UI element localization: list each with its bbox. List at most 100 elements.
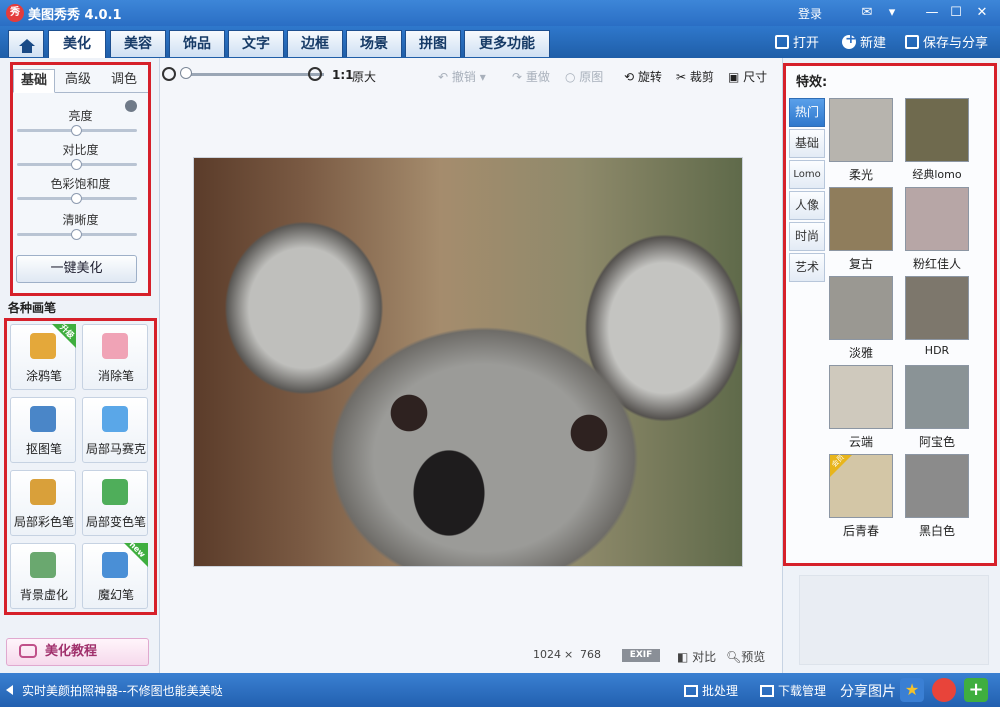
tab-beauty[interactable]: 美容 <box>110 30 166 57</box>
tab-frame[interactable]: 边框 <box>287 30 343 57</box>
tab-scene[interactable]: 场景 <box>346 30 402 57</box>
compare-button[interactable]: ◧ 对比 <box>677 648 716 665</box>
contrast-thumb[interactable] <box>71 159 82 170</box>
effect-label: 经典lomo <box>912 168 962 181</box>
zoom-slider[interactable] <box>184 73 324 76</box>
effect-thumb-cloud[interactable] <box>829 365 893 429</box>
zoom-out-icon[interactable] <box>162 67 176 81</box>
tab-accessories[interactable]: 饰品 <box>169 30 225 57</box>
open-button[interactable]: 打开 <box>775 32 819 51</box>
canvas-area: 1:1 原大 ↶ 撤销 ▾ ↷ 重做 ○ 原图 ⟲ 旋转 ✂ 裁剪 ▣ 尺寸 1… <box>160 58 782 673</box>
graffiti-pen-button[interactable]: 升级 涂鸦笔 <box>10 323 76 390</box>
effect-thumb-bw[interactable] <box>905 454 969 518</box>
exif-button[interactable]: EXIF <box>622 649 660 662</box>
sharpness-label: 清晰度 <box>62 213 99 227</box>
minimize-icon[interactable]: — <box>922 3 942 23</box>
status-message[interactable]: 实时美颜拍照神器--不修图也能美美哒 <box>22 682 223 699</box>
effect-thumb-retro[interactable] <box>829 187 893 251</box>
effect-thumb-pink[interactable] <box>905 187 969 251</box>
subtab-basic[interactable]: 基础 <box>13 69 55 93</box>
zoom-thumb[interactable] <box>180 67 192 79</box>
login-link[interactable]: 登录 <box>798 5 822 22</box>
contrast-label: 对比度 <box>62 143 99 157</box>
recolor-pen-button[interactable]: 局部变色笔 <box>82 470 148 536</box>
mosaic-button[interactable]: 局部马赛克 <box>82 397 148 463</box>
effects-sidebar: 特效: 热门 基础 Lomo 人像 时尚 艺术 柔光 经典lomo 复古 粉红佳… <box>782 58 1000 673</box>
effect-thumb-abao[interactable] <box>905 365 969 429</box>
app-logo-icon: 秀 <box>6 4 24 22</box>
eraser-pen-button[interactable]: 消除笔 <box>82 324 148 390</box>
zoom-in-icon[interactable] <box>308 67 322 81</box>
tab-beautify[interactable]: 美化 <box>48 30 106 58</box>
subtab-color[interactable]: 调色 <box>103 69 145 93</box>
message-icon[interactable]: ✉ <box>857 3 877 23</box>
cutout-pen-button[interactable]: 抠图笔 <box>10 397 76 463</box>
download-icon <box>760 685 774 697</box>
category-hot[interactable]: 热门 <box>789 98 825 127</box>
effect-thumb-soft-light[interactable] <box>829 98 893 162</box>
category-art[interactable]: 艺术 <box>789 253 825 282</box>
preview-button[interactable]: 🔍︎预览 <box>726 648 765 665</box>
category-portrait[interactable]: 人像 <box>789 191 825 220</box>
status-bar: 实时美颜拍照神器--不修图也能美美哒 批处理 下载管理 分享图片 ★ + <box>0 673 1000 707</box>
qzone-icon[interactable]: ★ <box>900 678 924 702</box>
saturation-slider[interactable] <box>17 193 137 204</box>
effect-label: 柔光 <box>848 168 873 182</box>
subtab-advanced[interactable]: 高级 <box>57 69 99 93</box>
tab-text[interactable]: 文字 <box>228 30 284 57</box>
ratio-label[interactable]: 1:1 <box>332 68 354 82</box>
blur-icon <box>30 552 56 578</box>
eraser-icon <box>102 333 128 359</box>
effect-thumb-hdr[interactable] <box>905 276 969 340</box>
original-size-button[interactable]: 原大 <box>352 68 376 85</box>
magic-pen-button[interactable]: new 魔幻笔 <box>82 540 148 609</box>
saturation-label: 色彩饱和度 <box>50 177 111 191</box>
maximize-icon[interactable]: ☐ <box>946 3 966 23</box>
contrast-slider[interactable] <box>17 159 137 170</box>
effect-thumb-elegant[interactable] <box>829 276 893 340</box>
batch-button[interactable]: 批处理 <box>684 682 738 699</box>
speaker-icon <box>6 685 13 695</box>
original-button[interactable]: ○ 原图 <box>565 68 603 85</box>
home-tab[interactable] <box>8 30 44 57</box>
tab-collage[interactable]: 拼图 <box>405 30 461 57</box>
effect-label: 淡雅 <box>848 346 873 360</box>
tutorial-button[interactable]: 美化教程 <box>6 638 149 666</box>
sharpness-thumb[interactable] <box>71 229 82 240</box>
close-icon[interactable]: ✕ <box>972 3 992 23</box>
effect-label: 后青春 <box>842 524 879 538</box>
tab-more[interactable]: 更多功能 ▾ <box>464 30 550 78</box>
size-button[interactable]: ▣ 尺寸 <box>728 68 767 85</box>
rotate-button[interactable]: ⟲ 旋转 <box>624 68 662 85</box>
save-share-button[interactable]: 保存与分享 <box>905 32 988 51</box>
saturation-thumb[interactable] <box>71 193 82 204</box>
category-fashion[interactable]: 时尚 <box>789 222 825 251</box>
background-blur-button[interactable]: 背景虚化 <box>10 543 76 609</box>
edit-toolbar: 1:1 原大 ↶ 撤销 ▾ ↷ 重做 ○ 原图 ⟲ 旋转 ✂ 裁剪 ▣ 尺寸 <box>160 58 782 90</box>
one-click-beautify-button[interactable]: 一键美化 <box>16 255 137 283</box>
brightness-thumb[interactable] <box>71 125 82 136</box>
category-basic[interactable]: 基础 <box>789 129 825 158</box>
sharpness-slider[interactable] <box>17 229 137 240</box>
undo-button[interactable]: ↶ 撤销 ▾ <box>438 68 486 85</box>
paintbrush-icon <box>30 479 56 505</box>
pens-title: 各种画笔 <box>8 301 57 315</box>
crop-button[interactable]: ✂ 裁剪 <box>676 68 714 85</box>
color-pen-button[interactable]: 局部彩色笔 <box>10 470 76 536</box>
home-icon <box>19 39 35 53</box>
category-lomo[interactable]: Lomo <box>789 160 825 189</box>
effect-thumb-youth[interactable]: 会员 <box>829 453 893 518</box>
batch-icon <box>684 685 698 697</box>
weibo-icon[interactable] <box>932 678 956 702</box>
download-manager-button[interactable]: 下载管理 <box>760 682 826 699</box>
brightness-slider[interactable] <box>17 125 137 136</box>
new-button[interactable]: 新建 <box>842 31 886 51</box>
effect-thumb-classic-lomo[interactable] <box>905 98 969 162</box>
redo-button[interactable]: ↷ 重做 <box>512 68 550 85</box>
menu-icon[interactable]: ▾ <box>882 3 902 23</box>
photo-canvas[interactable] <box>193 157 743 567</box>
adjust-subtabs: 基础 高级 调色 <box>13 65 148 93</box>
pens-panel: 升级 涂鸦笔 消除笔 抠图笔 局部马赛克 局部彩色笔 局部变色笔 背景虚化 ne… <box>4 318 157 615</box>
add-share-icon[interactable]: + <box>964 678 988 702</box>
brightness-label: 亮度 <box>68 109 93 123</box>
